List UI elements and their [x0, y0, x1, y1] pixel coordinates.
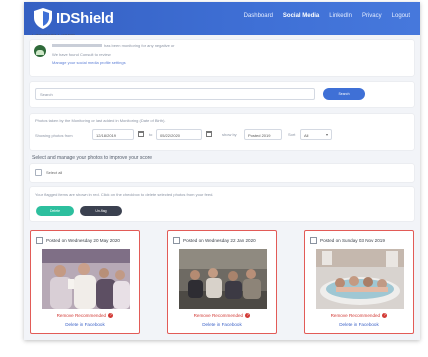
remove-recommended-text: Remove Recommended — [56, 313, 107, 318]
calendar-icon[interactable] — [206, 131, 212, 137]
search-button[interactable]: Search — [323, 88, 365, 100]
filter-description: Photos taken by the Monitoring or last a… — [35, 118, 166, 123]
search-placeholder: Search — [40, 92, 53, 97]
nav-linkedin[interactable]: LinkedIn — [329, 13, 352, 19]
manage-title: Select and manage your photos to improve… — [32, 155, 153, 161]
sort-label: Sort — [288, 132, 296, 137]
date-from-input[interactable]: 12/18/2019 — [92, 129, 134, 140]
nav-logout[interactable]: Logout — [392, 13, 410, 19]
remove-recommended-label: Remove Recommended ? — [31, 313, 139, 319]
photo-post-card: Posted on Wednesday 22 Jan 2020 Remove R… — [167, 230, 277, 334]
post-checkbox[interactable] — [36, 237, 43, 244]
help-icon[interactable]: ? — [382, 313, 388, 319]
chevron-down-icon: ▾ — [325, 132, 328, 137]
post-checkbox[interactable] — [173, 237, 180, 244]
main-nav: Dashboard Social Media LinkedIn Privacy … — [244, 13, 410, 19]
remove-recommended-label: Remove Recommended ? — [305, 313, 413, 319]
show-value: Posted 2019 — [248, 133, 271, 138]
account-line-1: has been monitoring for any negative or — [104, 43, 175, 48]
facebook-account-card: has been monitoring for any negative or … — [30, 40, 414, 76]
date-range-label: Showing photos from — [35, 133, 73, 138]
nav-privacy[interactable]: Privacy — [362, 13, 382, 19]
shield-icon — [34, 8, 52, 29]
post-photo[interactable] — [179, 249, 267, 309]
remove-recommended-text: Remove Recommended — [330, 313, 381, 318]
blurred-name — [52, 44, 102, 47]
post-checkbox[interactable] — [310, 237, 317, 244]
help-icon[interactable]: ? — [245, 313, 251, 319]
actions-card: Your flagged items are shown in red. Cli… — [30, 187, 414, 221]
search-input[interactable]: Search — [35, 88, 315, 100]
page-title: Facebook Photos — [32, 34, 75, 37]
calendar-icon[interactable] — [138, 131, 144, 137]
remove-recommended-text: Remove Recommended — [193, 313, 244, 318]
delete-selected-button[interactable]: Delete — [36, 206, 74, 216]
account-line-2: We have found Consult to review — [52, 52, 111, 57]
nav-dashboard[interactable]: Dashboard — [244, 13, 273, 19]
account-line-3[interactable]: Manage your social media profile setting… — [52, 60, 126, 65]
sort-value: All — [304, 133, 309, 138]
help-icon[interactable]: ? — [108, 313, 114, 319]
date-to-input[interactable]: 05/22/2020 — [156, 129, 202, 140]
select-all-card: Select all — [30, 164, 414, 182]
remove-recommended-label: Remove Recommended ? — [168, 313, 276, 319]
delete-in-facebook-link[interactable]: Delete in Facebook — [305, 322, 413, 327]
unflag-button[interactable]: Un-flag — [80, 206, 122, 216]
select-all-label: Select all — [46, 170, 63, 175]
post-date: Posted on Sunday 03 Nov 2019 — [320, 238, 385, 243]
manage-note: Your flagged items are shown in red. Cli… — [35, 192, 214, 197]
to-label: to — [149, 132, 153, 137]
top-nav-bar: IDShield Dashboard Social Media LinkedIn… — [24, 2, 420, 35]
brand-name: IDShield — [56, 10, 114, 27]
post-date: Posted on Wednesday 22 Jan 2020 — [183, 238, 256, 243]
delete-in-facebook-link[interactable]: Delete in Facebook — [31, 322, 139, 327]
brand-logo[interactable]: IDShield — [34, 8, 114, 29]
date-from-value: 12/18/2019 — [96, 133, 117, 138]
show-select[interactable]: Posted 2019 — [244, 129, 282, 140]
search-card: Search Search — [30, 82, 414, 107]
date-to-value: 05/22/2020 — [160, 133, 181, 138]
nav-social-media[interactable]: Social Media — [283, 13, 319, 19]
photo-post-card: Posted on Sunday 03 Nov 2019 Remove Reco… — [304, 230, 414, 334]
show-label: show by — [222, 132, 237, 137]
select-all-checkbox[interactable] — [35, 169, 42, 176]
app-window: IDShield Dashboard Social Media LinkedIn… — [24, 2, 420, 340]
post-photo[interactable] — [42, 249, 130, 309]
filter-card: Photos taken by the Monitoring or last a… — [30, 114, 414, 150]
sort-select[interactable]: All ▾ — [300, 129, 332, 140]
avatar — [34, 45, 46, 57]
post-date: Posted on Wednesday 20 May 2020 — [46, 238, 120, 243]
photo-post-card: Posted on Wednesday 20 May 2020 Remove R… — [30, 230, 140, 334]
post-photo[interactable] — [316, 249, 404, 309]
delete-in-facebook-link[interactable]: Delete in Facebook — [168, 322, 276, 327]
